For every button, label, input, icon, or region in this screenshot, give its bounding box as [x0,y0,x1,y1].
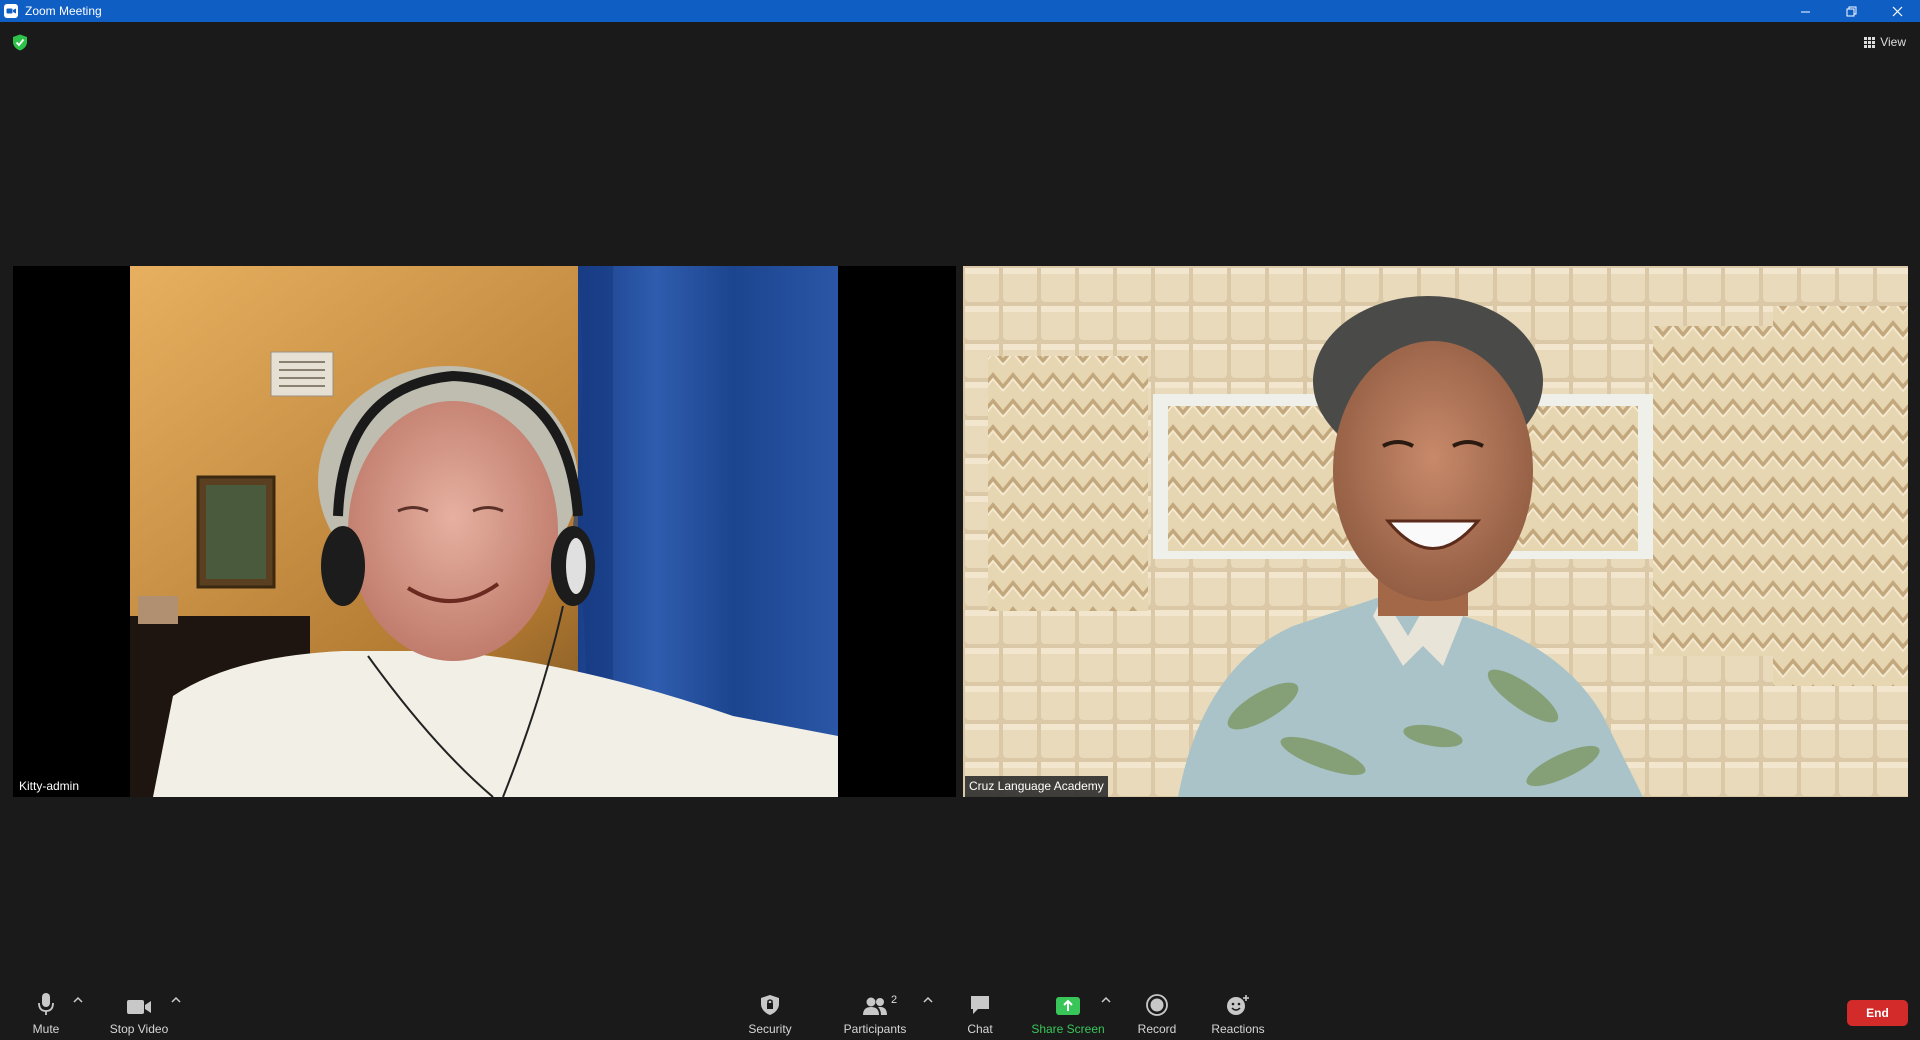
share-screen-button[interactable]: Share Screen [1031,986,1105,1040]
chevron-up-icon [1101,996,1111,1003]
share-screen-label: Share Screen [1031,1022,1105,1036]
participants-count-badge: 2 [891,994,898,1006]
record-label: Record [1137,1022,1177,1036]
minimize-icon [1800,11,1810,12]
reactions-button[interactable]: Reactions [1208,986,1268,1040]
mute-button[interactable]: Mute [26,986,66,1040]
title-bar: Zoom Meeting [0,0,1920,22]
restore-button[interactable] [1828,0,1874,22]
end-meeting-button[interactable]: End [1847,1000,1908,1026]
restore-icon [1846,6,1856,16]
share-options-caret[interactable] [1101,995,1111,1005]
close-button[interactable] [1874,0,1920,22]
record-icon [1146,994,1168,1016]
participants-icon [863,997,887,1015]
mute-label: Mute [32,1022,60,1036]
participants-button[interactable]: Participants [840,986,910,1040]
participants-label: Participants [843,1022,907,1036]
window-title: Zoom Meeting [25,4,102,18]
reactions-label: Reactions [1211,1022,1265,1036]
encryption-shield-icon[interactable] [12,34,28,51]
chevron-up-icon [923,996,933,1003]
chevron-up-icon [171,996,181,1003]
audio-options-caret[interactable] [73,995,83,1005]
participant-name-label: Cruz Language Academy [965,776,1108,797]
chat-button[interactable]: Chat [960,986,1000,1040]
stop-video-button[interactable]: Stop Video [104,986,174,1040]
minimize-button[interactable] [1782,0,1828,22]
participant-video-tile[interactable]: Kitty-admin [13,266,956,797]
security-button[interactable]: Security [740,986,800,1040]
chat-label: Chat [967,1022,993,1036]
record-button[interactable]: Record [1137,986,1177,1040]
share-screen-icon [1056,997,1080,1015]
participants-options-caret[interactable] [923,995,933,1005]
shield-icon [761,995,779,1015]
close-icon [1892,6,1902,16]
video-camera-icon [127,1000,151,1014]
zoom-app-icon [4,4,18,18]
participant-name-label: Kitty-admin [15,776,84,797]
window-controls [1782,0,1920,22]
stop-video-label: Stop Video [109,1022,169,1036]
participant-video-feed [963,266,1908,797]
security-label: Security [748,1022,792,1036]
video-options-caret[interactable] [171,995,181,1005]
view-label: View [1880,35,1906,49]
grid-view-icon [1864,36,1876,48]
participant-video-tile[interactable]: Cruz Language Academy [963,266,1908,797]
view-button[interactable]: View [1864,35,1906,49]
smiley-face-icon [1227,995,1249,1015]
chevron-up-icon [73,996,83,1003]
microphone-icon [38,993,54,1015]
chat-bubble-icon [971,996,989,1014]
participant-video-feed [13,266,956,797]
